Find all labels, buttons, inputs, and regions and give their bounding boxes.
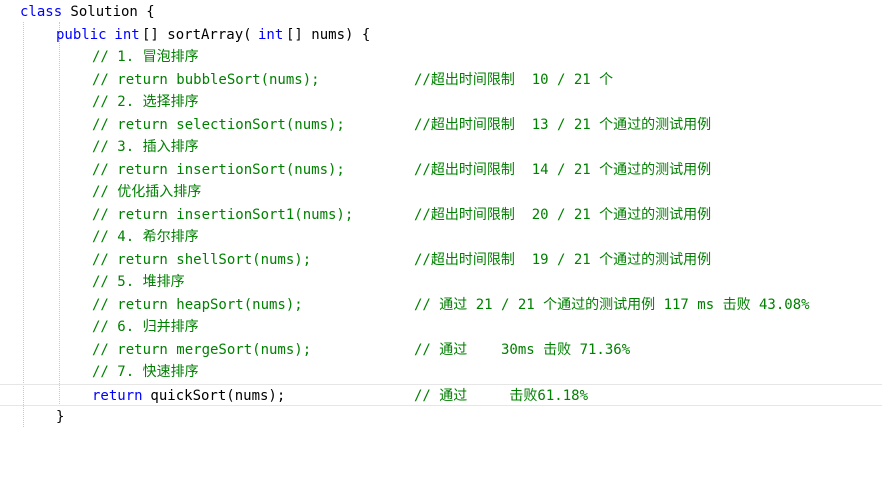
method-signature-params: [] nums) { [286, 26, 371, 43]
param-type-int: int [258, 26, 284, 43]
code-line-comment[interactable]: // return shellSort(nums); //超出时间限制 19 /… [0, 249, 882, 272]
comment-text: // 5. 堆排序 [92, 274, 185, 290]
result-note: //超出时间限制 20 / 21 个通过的测试用例 [414, 206, 712, 223]
comment-text: // 2. 选择排序 [92, 94, 199, 110]
comment-text: // 优化插入排序 [92, 184, 202, 200]
code-line-comment[interactable]: // 优化插入排序 [0, 181, 882, 204]
result-note: //超出时间限制 14 / 21 个通过的测试用例 [414, 161, 712, 178]
comment-text: // 3. 插入排序 [92, 139, 199, 155]
comment-text: // 7. 快速排序 [92, 364, 199, 380]
commented-code: // return heapSort(nums); [92, 296, 303, 313]
method-signature-part: [] sortArray( [142, 26, 252, 43]
code-line-comment[interactable]: // 1. 冒泡排序 [0, 46, 882, 69]
result-note: //超出时间限制 13 / 21 个通过的测试用例 [414, 116, 712, 133]
method-call: quickSort(nums); [142, 387, 286, 404]
commented-code: // return insertionSort1(nums); [92, 206, 354, 223]
code-line-comment[interactable]: // return heapSort(nums); // 通过 21 / 21 … [0, 294, 882, 317]
code-line-comment[interactable]: // return insertionSort1(nums); //超出时间限制… [0, 204, 882, 227]
comment-text: // 6. 归并排序 [92, 319, 199, 335]
code-line-comment[interactable]: // 7. 快速排序 [0, 361, 882, 384]
keyword-return: return [92, 387, 143, 404]
result-note: //超出时间限制 19 / 21 个通过的测试用例 [414, 251, 712, 268]
code-line-comment[interactable]: // return selectionSort(nums); //超出时间限制 … [0, 114, 882, 137]
code-line-comment[interactable]: // 5. 堆排序 [0, 271, 882, 294]
code-line-comment[interactable]: // return insertionSort(nums); //超出时间限制 … [0, 159, 882, 182]
class-name: Solution { [62, 4, 155, 20]
commented-code: // return selectionSort(nums); [92, 116, 345, 133]
keyword-class: class [20, 4, 63, 20]
code-line-comment[interactable]: // return bubbleSort(nums); //超出时间限制 10 … [0, 69, 882, 92]
closing-brace: } [56, 409, 65, 425]
result-note: // 通过 21 / 21 个通过的测试用例 117 ms 击败 43.08% [414, 296, 810, 313]
comment-text: // 4. 希尔排序 [92, 229, 199, 245]
code-line-comment[interactable]: // 6. 归并排序 [0, 316, 882, 339]
result-note: //超出时间限制 10 / 21 个 [414, 71, 614, 88]
type-int: int [106, 26, 140, 43]
comment-text: // 1. 冒泡排序 [92, 49, 199, 65]
code-line-comment[interactable]: // 4. 希尔排序 [0, 226, 882, 249]
commented-code: // return bubbleSort(nums); [92, 71, 320, 88]
code-line-comment[interactable]: // return mergeSort(nums); // 通过 30ms 击败… [0, 339, 882, 362]
code-line-comment[interactable]: // 2. 选择排序 [0, 91, 882, 114]
code-line-method-signature[interactable]: public int [] sortArray( int [] nums) { [0, 24, 882, 47]
result-note: // 通过 30ms 击败 71.36% [414, 341, 631, 358]
commented-code: // return mergeSort(nums); [92, 341, 312, 358]
code-line-class-declaration[interactable]: class Solution { [0, 1, 882, 24]
code-editor[interactable]: class Solution { public int [] sortArray… [0, 0, 882, 445]
code-line-closing-brace[interactable]: } [0, 406, 882, 429]
code-line-current[interactable]: return quickSort(nums); // 通过 击败61.18% [0, 383, 882, 406]
keyword-public: public [56, 26, 107, 43]
result-note: // 通过 击败61.18% [414, 387, 589, 404]
code-line-comment[interactable]: // 3. 插入排序 [0, 136, 882, 159]
commented-code: // return shellSort(nums); [92, 251, 312, 268]
commented-code: // return insertionSort(nums); [92, 161, 345, 178]
